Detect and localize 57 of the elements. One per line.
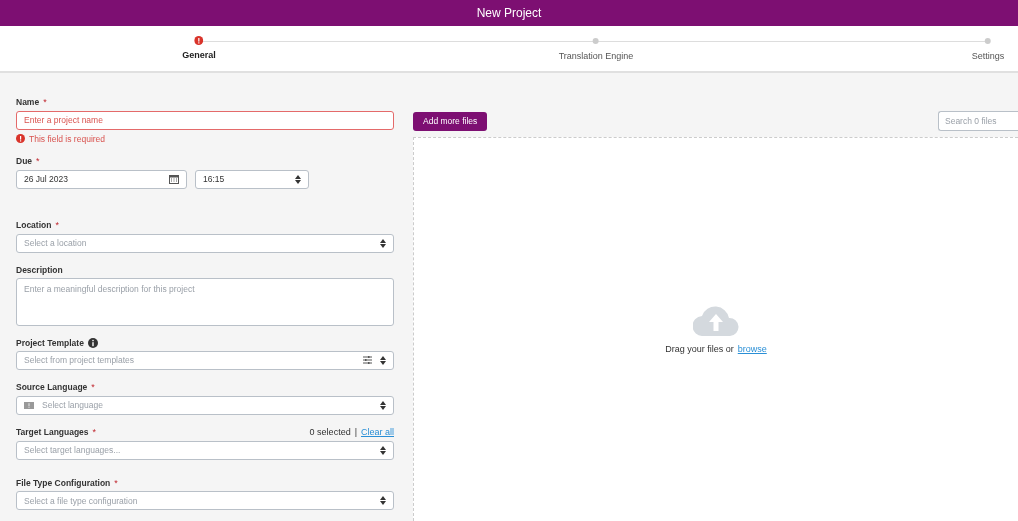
error-icon (16, 134, 25, 144)
step-tab[interactable]: Translation Engine (558, 51, 634, 62)
placeholder-text: Enter a meaningful description for this project (24, 283, 195, 294)
time-field[interactable]: 16:15 (195, 169, 309, 189)
field-label: Description (16, 264, 63, 275)
window-title: New Project (476, 5, 542, 21)
select-field[interactable]: Select from project templates (16, 350, 394, 370)
required-mark: * (114, 477, 118, 489)
error-message: This field is required (29, 133, 106, 144)
sort-icon (380, 496, 386, 506)
time-value: 16:15 (203, 174, 225, 185)
placeholder-text: Select language (42, 400, 104, 411)
select-field[interactable]: Select a location (16, 233, 394, 253)
sort-icon (380, 238, 386, 248)
placeholder-text: Select target languages... (24, 444, 122, 456)
filter-icon (363, 356, 372, 365)
sort-icon (380, 355, 386, 365)
cloud-upload-icon (693, 304, 739, 337)
sort-icon (380, 400, 386, 410)
date-field[interactable]: 26 Jul 2023 (16, 169, 187, 189)
select-field[interactable]: Select target languages... (16, 440, 394, 460)
selected-count: 0 selected (309, 426, 351, 437)
sort-icon (380, 445, 386, 455)
field-label: File Type Configuration (16, 477, 111, 489)
add-files-button[interactable]: Add more files (413, 111, 488, 131)
step-tab[interactable]: General (182, 50, 216, 61)
separator-text: | (354, 426, 357, 437)
clear-all-link[interactable]: Clear all (361, 426, 394, 437)
drop-zone[interactable]: Drag your files or browse (413, 137, 1018, 521)
required-mark: * (36, 156, 40, 167)
drop-instruction: Drag your files or (665, 344, 734, 355)
required-mark: * (43, 97, 47, 108)
placeholder-text: Select a location (24, 238, 88, 249)
field-label: Source Language (16, 382, 88, 393)
placeholder-text: Enter a project name (24, 115, 104, 126)
field-label: Project Template (16, 337, 84, 348)
browse-link[interactable]: browse (737, 344, 767, 355)
field-label: Target Languages (16, 427, 89, 438)
field-label: Location (16, 220, 52, 231)
field-label: Name (16, 97, 40, 108)
date-value: 26 Jul 2023 (24, 174, 68, 185)
step-tab[interactable]: Settings (971, 51, 1005, 62)
required-mark: * (55, 219, 59, 231)
placeholder-text: Select from project templates (24, 355, 136, 366)
info-icon (87, 337, 98, 348)
select-field[interactable]: Select a file type configuration (16, 491, 394, 511)
name-field[interactable]: Enter a project name (16, 110, 394, 130)
required-mark: * (91, 381, 95, 393)
sort-icon (295, 174, 301, 184)
calendar-icon (169, 174, 179, 185)
description-field[interactable]: Enter a meaningful description for this project (16, 277, 394, 326)
field-label: Due (16, 156, 33, 167)
placeholder-text: Select a file type configuration (24, 495, 139, 506)
select-field[interactable]: Select language (16, 395, 394, 415)
flag-icon (24, 401, 34, 409)
required-mark: * (92, 426, 97, 438)
search-field[interactable]: Search 0 files (938, 111, 1018, 131)
